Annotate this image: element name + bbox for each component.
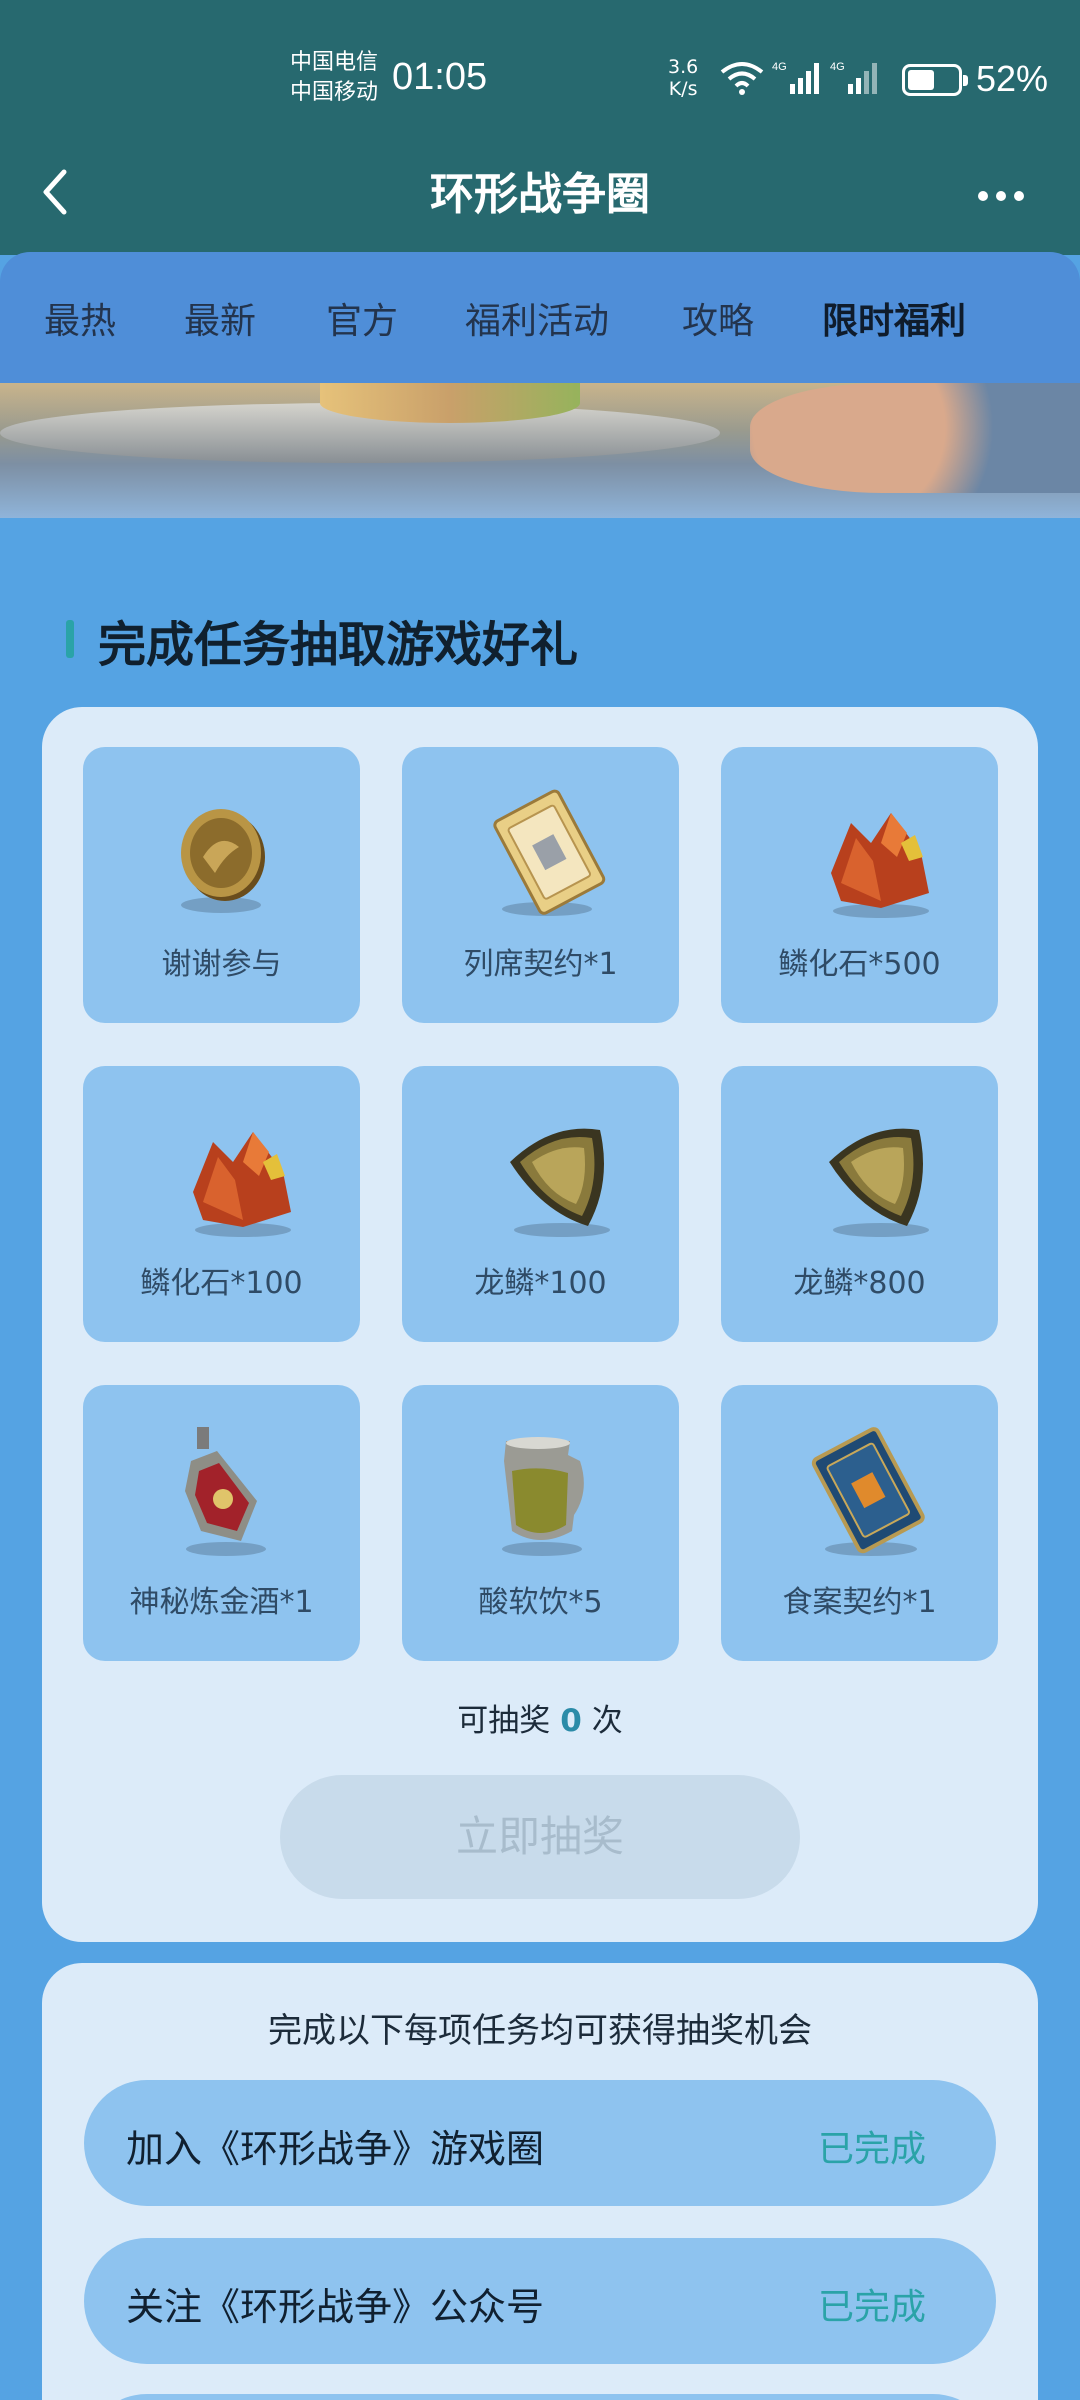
prize-label: 谢谢参与 [161, 947, 282, 982]
prize-label: 龙鳞*100 [474, 1266, 607, 1301]
prize-label: 鳞化石*100 [140, 1266, 303, 1301]
draw-now-button[interactable]: 立即抽奖 [280, 1775, 800, 1899]
svg-text:4G: 4G [772, 61, 787, 73]
prize-label: 龙鳞*800 [793, 1266, 926, 1301]
tab-guides[interactable]: 攻略 [682, 292, 754, 344]
draw-count-suffix: 次 [591, 1703, 623, 1739]
tab-official[interactable]: 官方 [326, 292, 398, 344]
contract-card-icon [493, 789, 606, 916]
coin-icon [181, 809, 265, 913]
prize-label: 食案契约*1 [782, 1585, 937, 1620]
red-crystal-icon [193, 1132, 291, 1237]
task-row-follow-account[interactable]: 关注《环形战争》公众号 已完成 [84, 2238, 996, 2364]
page-title: 环形战争圈 [430, 169, 650, 220]
signal-4g-icon-2: 4G [830, 61, 877, 94]
status-bar: 中国电信 中国移动 01:05 3.6 K/s 4G 4G 52% [0, 0, 1080, 150]
svg-text:4G: 4G [830, 61, 845, 73]
task-name: 加入《环形战争》游戏圈 [126, 2127, 545, 2171]
dragon-scale-icon [829, 1128, 929, 1237]
tab-bar: 最热 最新 官方 福利活动 攻略 限时福利 [0, 252, 1080, 384]
network-speed-unit: K/s [668, 78, 698, 100]
prize-label: 列席契约*1 [463, 947, 618, 982]
task-row-partial[interactable] [84, 2394, 996, 2400]
battery-percent: 52% [976, 58, 1049, 99]
task-status: 已完成 [817, 2287, 926, 2328]
network-speed-value: 3.6 [668, 56, 699, 78]
signal-4g-icon: 4G [772, 61, 819, 94]
section-title: 完成任务抽取游戏好礼 [98, 617, 579, 673]
tab-welfare-events[interactable]: 福利活动 [465, 292, 609, 344]
blue-card-icon [811, 1427, 925, 1556]
prize-cell: 列席契约*1 [402, 747, 679, 1023]
prize-label: 酸软饮*5 [478, 1585, 603, 1620]
carrier-info: 中国电信 中国移动 [290, 48, 378, 108]
prize-cell: 鳞化石*100 [83, 1066, 360, 1342]
task-name: 关注《环形战争》公众号 [126, 2285, 545, 2329]
dragon-scale-icon [510, 1128, 610, 1237]
carrier-1: 中国电信 [290, 50, 379, 75]
section-accent-bar [66, 620, 74, 658]
prize-label: 神秘炼金酒*1 [129, 1585, 314, 1620]
potion-bottle-icon [185, 1427, 266, 1556]
carrier-2: 中国移动 [290, 80, 379, 105]
wifi-icon [720, 62, 764, 95]
tab-limited-welfare[interactable]: 限时福利 [822, 292, 966, 344]
tab-hot[interactable]: 最热 [44, 292, 116, 344]
battery-icon [902, 64, 968, 96]
more-options-icon[interactable] [978, 186, 1034, 201]
prize-cell: 龙鳞*800 [721, 1066, 998, 1342]
task-hint: 完成以下每项任务均可获得抽奖机会 [268, 2011, 812, 2051]
network-speed: 3.6 K/s [668, 56, 698, 100]
clock: 01:05 [392, 56, 488, 98]
banner-image [0, 383, 1080, 518]
prize-cell: 神秘炼金酒*1 [83, 1385, 360, 1661]
prize-cell: 谢谢参与 [83, 747, 360, 1023]
task-status: 已完成 [817, 2129, 926, 2170]
prize-cell: 鳞化石*500 [721, 747, 998, 1023]
red-crystal-icon [831, 813, 929, 918]
pitcher-icon [502, 1437, 584, 1556]
draw-count-prefix: 可抽奖 [457, 1703, 551, 1739]
task-row-join-circle[interactable]: 加入《环形战争》游戏圈 已完成 [84, 2080, 996, 2206]
draw-count: 可抽奖 0 次 [0, 1695, 1080, 1740]
prize-cell: 龙鳞*100 [402, 1066, 679, 1342]
prize-cell: 食案契约*1 [721, 1385, 998, 1661]
draw-count-value: 0 [560, 1703, 582, 1739]
prize-label: 鳞化石*500 [778, 947, 941, 982]
prize-cell: 酸软饮*5 [402, 1385, 679, 1661]
tab-latest[interactable]: 最新 [184, 292, 256, 344]
title-bar: 环形战争圈 [0, 130, 1080, 255]
